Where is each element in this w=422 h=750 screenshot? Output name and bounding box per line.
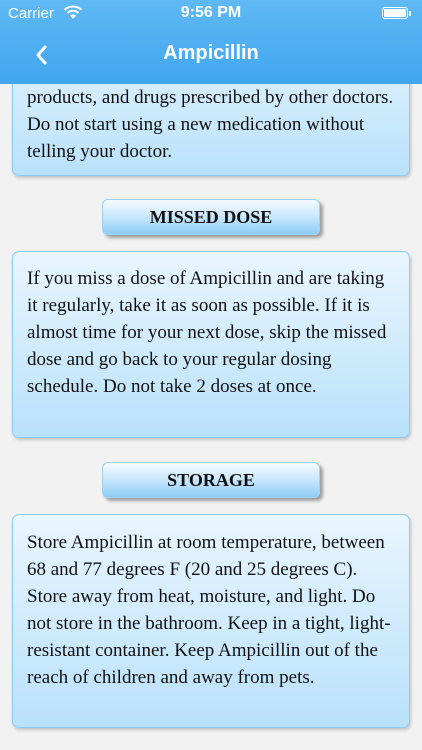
status-bar: Carrier 9:56 PM — [0, 0, 422, 30]
battery-icon — [382, 7, 411, 19]
storage-text: Store Ampicillin at room temperature, be… — [27, 532, 391, 688]
missed-dose-header: MISSED DOSE — [102, 199, 320, 235]
page-title: Ampicillin — [163, 42, 259, 64]
missed-dose-card: If you miss a dose of Ampicillin and are… — [12, 251, 410, 438]
storage-card: Store Ampicillin at room temperature, be… — [12, 514, 410, 728]
interactions-text: products, and drugs prescribed by other … — [27, 87, 394, 162]
nav-bar: Ampicillin — [0, 30, 422, 84]
missed-dose-text: If you miss a dose of Ampicillin and are… — [27, 268, 387, 397]
status-time: 9:56 PM — [180, 4, 242, 21]
storage-header: STORAGE — [102, 462, 320, 498]
top-bar: Carrier 9:56 PM Ampicillin — [0, 0, 422, 84]
battery-fill — [384, 9, 406, 17]
